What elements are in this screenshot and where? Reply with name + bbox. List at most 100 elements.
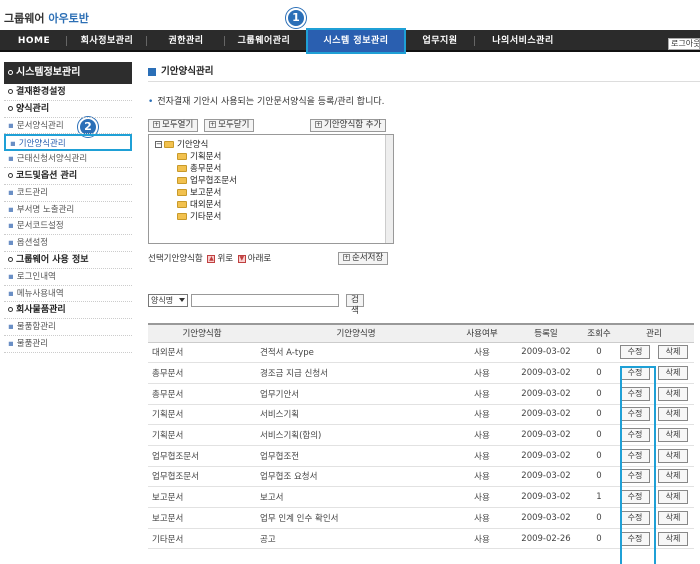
delete-button[interactable]: 삭제 (658, 510, 688, 525)
sidebar-item-attendance-forms[interactable]: ▪ 근태신청서양식관리 (4, 151, 132, 168)
plus-icon: + (153, 121, 160, 128)
tree-scrollbar[interactable] (385, 135, 393, 243)
edit-button[interactable]: 수정 (620, 407, 650, 422)
square-bullet-icon: ▪ (8, 322, 14, 333)
move-up-label[interactable]: 위로 (217, 254, 233, 264)
sidebar-item-label: 부서명 노출관리 (16, 204, 75, 215)
cell-form-box: 총무문서 (148, 362, 256, 384)
sidebar-item-option-settings[interactable]: ▪ 옵션설정 (4, 235, 132, 252)
tree-node[interactable]: 대외문서 (155, 199, 387, 211)
col-header-reg-date[interactable]: 등록일 (508, 323, 584, 343)
expand-all-button[interactable]: + 모두열기 (148, 119, 199, 132)
collapse-icon[interactable]: − (155, 141, 162, 148)
delete-button[interactable]: 삭제 (658, 345, 688, 360)
nav-permissions[interactable]: 권한관리 (150, 30, 222, 52)
search-button[interactable]: 검색 (346, 294, 364, 316)
page-description-text: 전자결재 기안시 사용되는 기안문서양식을 등록/관리 합니다. (157, 97, 385, 107)
tree-node[interactable]: 기타문서 (155, 211, 387, 223)
delete-button[interactable]: 삭제 (658, 469, 688, 484)
sidebar-item-menu-usage[interactable]: ▪ 메뉴사용내역 (4, 286, 132, 303)
button-label: 모두닫기 (218, 120, 250, 130)
delete-button[interactable]: 삭제 (658, 366, 688, 381)
down-arrow-icon[interactable]: ▼ (237, 254, 246, 263)
cell-form-name[interactable]: 보고서 (256, 486, 456, 508)
edit-button[interactable]: 수정 (620, 469, 650, 484)
sidebar-cat-form-management[interactable]: 양식관리 (4, 101, 132, 118)
nav-system-info[interactable]: 시스템 정보관리 (306, 28, 406, 54)
up-arrow-icon[interactable]: ▲ (207, 254, 216, 263)
sidebar-cat-usage-info[interactable]: 그룹웨어 사용 정보 (4, 252, 132, 269)
col-header-form-name[interactable]: 기안양식명 (256, 323, 456, 343)
cell-form-name[interactable]: 경조금 지급 신청서 (256, 362, 456, 384)
tree-node[interactable]: 기획문서 (155, 151, 387, 163)
cell-form-name[interactable]: 업무협조전 (256, 445, 456, 467)
cell-form-name[interactable]: 공고 (256, 528, 456, 550)
nav-divider (474, 36, 475, 46)
sidebar-item-document-forms[interactable]: ▪ 문서양식관리 (4, 118, 132, 135)
add-form-box-button[interactable]: + 기안양식함 추가 (310, 119, 387, 132)
edit-button[interactable]: 수정 (620, 345, 650, 360)
delete-button[interactable]: 삭제 (658, 531, 688, 546)
nav-home[interactable]: HOME (6, 30, 62, 52)
brand-logo[interactable]: 그룹웨어 아우토반 (4, 10, 89, 26)
collapse-all-button[interactable]: + 모두닫기 (204, 119, 255, 132)
nav-work-support[interactable]: 업무지원 (408, 30, 472, 52)
cell-form-name[interactable]: 서비스기획 (256, 404, 456, 426)
save-order-button[interactable]: + 순서저장 (338, 252, 389, 265)
sidebar-cat-approval-settings[interactable]: 결재환경설정 (4, 84, 132, 101)
sidebar-item-goods-management[interactable]: ▪ 물품관리 (4, 336, 132, 353)
nav-divider (66, 36, 67, 46)
edit-button[interactable]: 수정 (620, 531, 650, 546)
sidebar-item-login-history[interactable]: ▪ 로그인내역 (4, 269, 132, 286)
square-bullet-icon: ▪ (8, 187, 14, 198)
nav-groupware[interactable]: 그룹웨어관리 (226, 30, 302, 52)
delete-button[interactable]: 삭제 (658, 490, 688, 505)
table-row: 총무문서 경조금 지급 신청서 사용 2009-03-02 0 수정 삭제 (148, 362, 694, 384)
sidebar-item-dept-name-display[interactable]: ▪ 부서명 노출관리 (4, 202, 132, 219)
search-field-select[interactable]: 양식명 (148, 294, 188, 307)
delete-button[interactable]: 삭제 (658, 386, 688, 401)
form-tree[interactable]: − 기안양식 기획문서 총무문서 업무협조문서 보고문서 대외문서 기타문서 (148, 134, 394, 244)
delete-button[interactable]: 삭제 (658, 448, 688, 463)
cell-in-use: 사용 (456, 424, 508, 446)
sidebar-item-goods-box[interactable]: ▪ 물품함관리 (4, 319, 132, 336)
edit-button[interactable]: 수정 (620, 428, 650, 443)
folder-icon (164, 141, 174, 148)
table-row: 업무협조문서 업무협조 요청서 사용 2009-03-02 0 수정 삭제 (148, 466, 694, 488)
tree-node[interactable]: 보고문서 (155, 187, 387, 199)
sidebar-item-code-management[interactable]: ▪ 코드관리 (4, 185, 132, 202)
edit-button[interactable]: 수정 (620, 510, 650, 525)
edit-button[interactable]: 수정 (620, 490, 650, 505)
edit-button[interactable]: 수정 (620, 448, 650, 463)
cell-reg-date: 2009-03-02 (508, 362, 584, 384)
cell-form-name[interactable]: 업무 인계 인수 확인서 (256, 507, 456, 529)
nav-my-services[interactable]: 나의서비스관리 (478, 30, 568, 52)
sidebar-item-draft-forms[interactable]: ▪ 기안양식관리 (4, 134, 132, 152)
square-bullet-icon: ▪ (8, 288, 14, 299)
sidebar-cat-code-options[interactable]: 코드및옵션 관리 (4, 168, 132, 185)
cell-actions: 수정 삭제 (614, 466, 694, 488)
sidebar-item-doc-code-settings[interactable]: ▪ 문서코드설정 (4, 218, 132, 236)
logout-button[interactable]: 로그아웃 (668, 38, 700, 50)
delete-button[interactable]: 삭제 (658, 428, 688, 443)
sidebar-cat-company-goods[interactable]: 회사물품관리 (4, 302, 132, 320)
delete-button[interactable]: 삭제 (658, 407, 688, 422)
tree-root[interactable]: − 기안양식 (155, 139, 387, 151)
cell-form-name[interactable]: 견적서 A-type (256, 342, 456, 364)
nav-company-info[interactable]: 회사정보관리 (70, 30, 144, 52)
move-down-label[interactable]: 아래로 (248, 254, 271, 264)
tree-node[interactable]: 업무협조문서 (155, 175, 387, 187)
sidebar-item-label: 양식관리 (16, 103, 50, 114)
col-header-views[interactable]: 조회수 (584, 323, 614, 343)
cell-form-name[interactable]: 업무기안서 (256, 383, 456, 405)
cell-actions: 수정 삭제 (614, 445, 694, 467)
edit-button[interactable]: 수정 (620, 366, 650, 381)
cell-form-name[interactable]: 업무협조 요청서 (256, 466, 456, 488)
col-header-form-box[interactable]: 기안양식함 (148, 323, 256, 343)
edit-button[interactable]: 수정 (620, 386, 650, 401)
tree-node[interactable]: 총무문서 (155, 163, 387, 175)
search-input[interactable] (191, 294, 339, 307)
cell-actions: 수정 삭제 (614, 404, 694, 426)
cell-form-name[interactable]: 서비스기획(합의) (256, 424, 456, 446)
col-header-in-use[interactable]: 사용여부 (456, 323, 508, 343)
